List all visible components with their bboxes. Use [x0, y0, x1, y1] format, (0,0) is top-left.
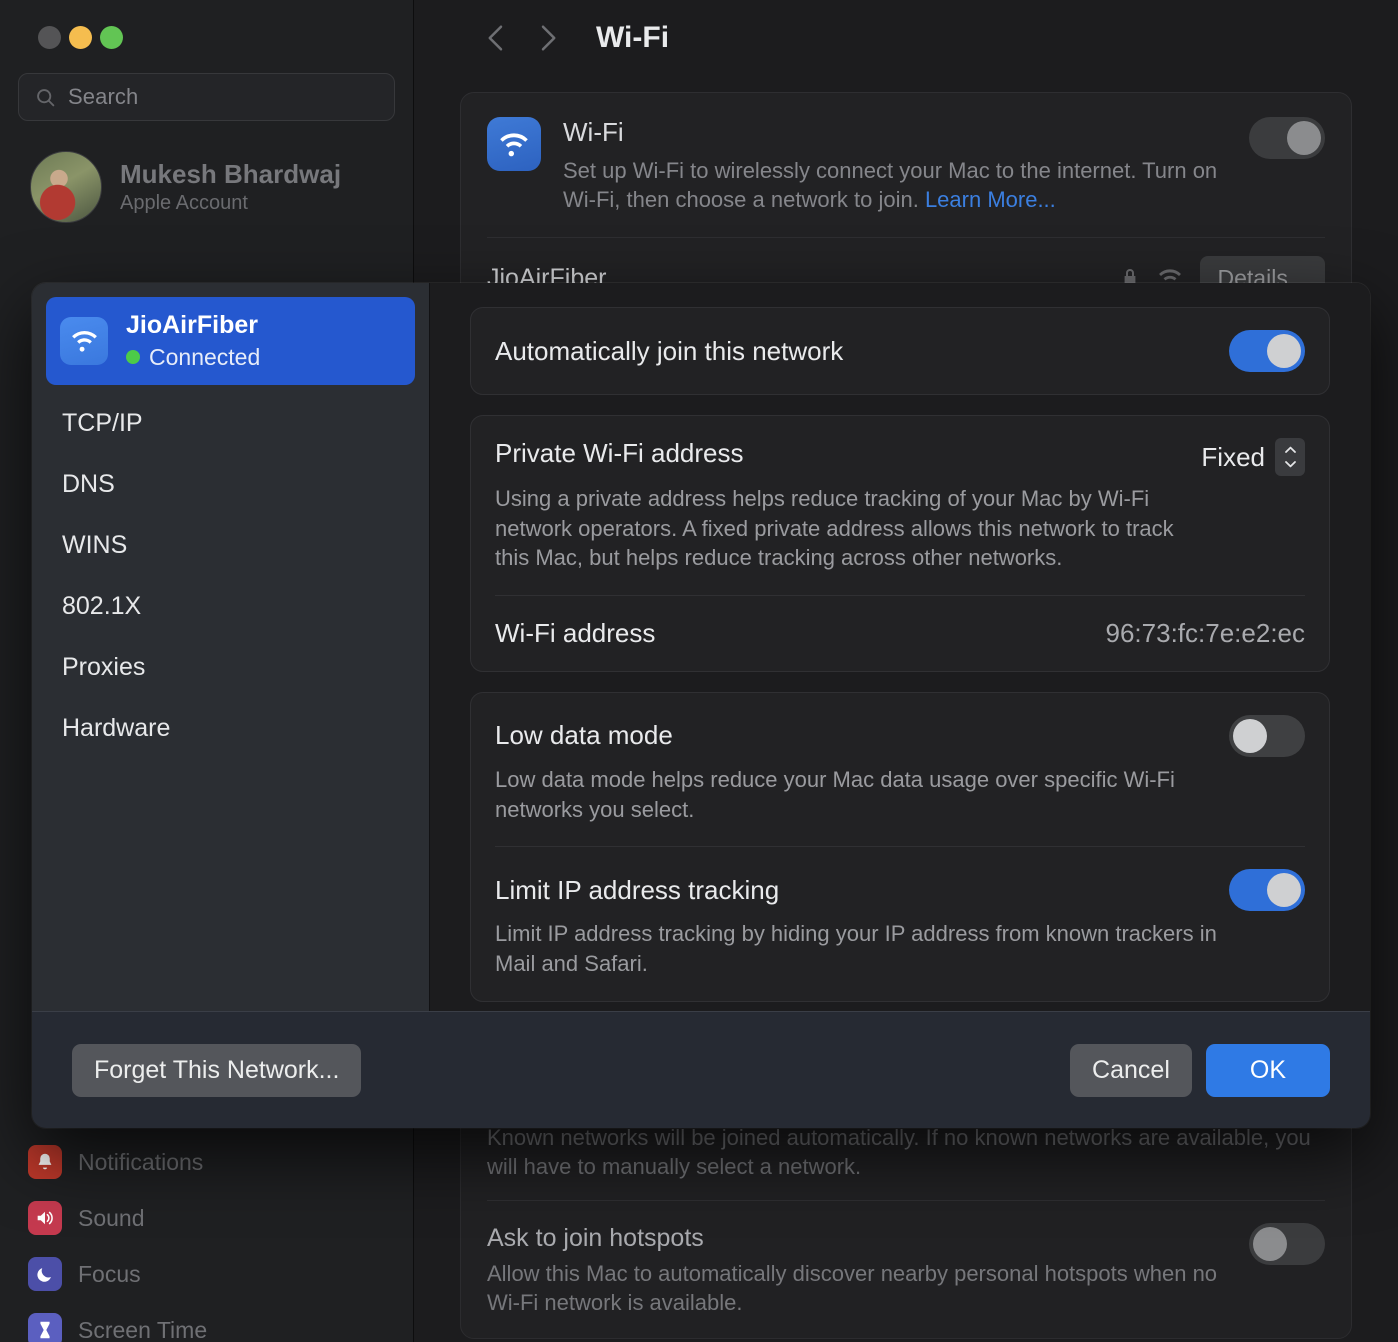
ok-button[interactable]: OK	[1206, 1044, 1330, 1097]
search-input[interactable]: Search	[18, 73, 395, 121]
wifi-toggle[interactable]	[1249, 117, 1325, 159]
sidebar-nav-list: Notifications Sound Focus	[16, 1134, 397, 1342]
limit-ip-tracking-toggle[interactable]	[1229, 869, 1305, 911]
sidebar-item-sound[interactable]: Sound	[16, 1190, 397, 1246]
minimize-button[interactable]	[69, 26, 92, 49]
toolbar: Wi-Fi	[460, 0, 1352, 76]
auto-join-row: Automatically join this network	[471, 308, 1329, 394]
toggle-knob	[1253, 1227, 1287, 1261]
wifi-icon	[60, 317, 108, 365]
apple-account-row[interactable]: Mukesh Bhardwaj Apple Account	[18, 147, 395, 227]
search-placeholder: Search	[68, 84, 138, 110]
known-networks-card: Known networks will be joined automatica…	[460, 1108, 1352, 1339]
wifi-hero-row: Wi-Fi Set up Wi-Fi to wirelessly connect…	[461, 93, 1351, 237]
ask-hotspots-title: Ask to join hotspots	[487, 1223, 1229, 1253]
search-icon	[35, 87, 56, 108]
avatar	[30, 151, 102, 223]
low-data-mode-toggle[interactable]	[1229, 715, 1305, 757]
ask-hotspots-description: Allow this Mac to automatically discover…	[487, 1259, 1229, 1318]
zoom-button[interactable]	[100, 26, 123, 49]
sidebar-item-focus[interactable]: Focus	[16, 1246, 397, 1302]
account-subtitle: Apple Account	[120, 190, 341, 216]
private-wifi-title: Private Wi-Fi address	[495, 438, 1185, 469]
status-dot-icon	[126, 350, 140, 364]
toggle-knob	[1267, 334, 1301, 368]
data-options-card: Low data mode Low data mode helps reduce…	[470, 692, 1330, 1002]
sheet-body: JioAirFiber Connected TCP/IP DNS WINS 80…	[32, 283, 1370, 1011]
window-controls[interactable]	[16, 0, 397, 49]
wifi-address-label: Wi-Fi address	[495, 618, 1106, 649]
private-wifi-value: Fixed	[1201, 442, 1265, 473]
limit-ip-tracking-row: Limit IP address tracking Limit IP addre…	[471, 847, 1329, 1000]
page-title: Wi-Fi	[596, 21, 669, 55]
wifi-title: Wi-Fi	[563, 117, 1227, 148]
toggle-knob	[1287, 121, 1321, 155]
status-badge: Connected	[149, 344, 260, 371]
bell-icon	[28, 1145, 62, 1179]
sheet-nav-label: DNS	[62, 470, 115, 498]
sheet-sidebar-item-wins[interactable]: WINS	[46, 515, 415, 576]
sheet-network-status: Connected	[126, 344, 260, 371]
sheet-nav-label: Hardware	[62, 714, 170, 742]
wifi-address-value: 96:73:fc:7e:e2:ec	[1106, 618, 1305, 649]
close-button[interactable]	[38, 26, 61, 49]
sheet-sidebar-item-8021x[interactable]: 802.1X	[46, 576, 415, 637]
sidebar-item-label: Notifications	[78, 1149, 203, 1176]
cancel-button[interactable]: Cancel	[1070, 1044, 1192, 1097]
private-wifi-popup-button[interactable]: Fixed	[1201, 438, 1305, 476]
ask-to-join-hotspots-row: Ask to join hotspots Allow this Mac to a…	[487, 1201, 1325, 1338]
auto-join-card: Automatically join this network	[470, 307, 1330, 395]
limit-ip-tracking-title: Limit IP address tracking	[495, 875, 1211, 906]
sheet-sidebar-item-proxies[interactable]: Proxies	[46, 637, 415, 698]
lower-settings-block: Known networks will be joined automatica…	[460, 1108, 1352, 1339]
ask-hotspots-toggle[interactable]	[1249, 1223, 1325, 1265]
sheet-sidebar-item-network[interactable]: JioAirFiber Connected	[46, 297, 415, 385]
sheet-footer: Forget This Network... Cancel OK	[32, 1011, 1370, 1128]
low-data-mode-title: Low data mode	[495, 720, 1211, 751]
sheet-nav-label: Proxies	[62, 653, 145, 681]
sheet-sidebar-item-hardware[interactable]: Hardware	[46, 698, 415, 759]
toggle-knob	[1267, 873, 1301, 907]
private-wifi-header: Private Wi-Fi address Fixed	[471, 416, 1329, 476]
forget-network-button[interactable]: Forget This Network...	[72, 1044, 361, 1097]
sidebar-item-label: Screen Time	[78, 1317, 207, 1342]
sheet-sidebar: JioAirFiber Connected TCP/IP DNS WINS 80…	[32, 283, 430, 1011]
chevron-up-down-icon	[1275, 438, 1305, 476]
wifi-address-row: Wi-Fi address 96:73:fc:7e:e2:ec	[471, 596, 1329, 671]
sheet-sidebar-item-dns[interactable]: DNS	[46, 454, 415, 515]
auto-join-label: Automatically join this network	[495, 336, 1211, 367]
sheet-nav-label: TCP/IP	[62, 409, 143, 437]
sheet-content: Automatically join this network Private …	[430, 283, 1370, 1011]
moon-icon	[28, 1257, 62, 1291]
network-details-sheet: JioAirFiber Connected TCP/IP DNS WINS 80…	[32, 283, 1370, 1128]
sheet-nav-list: TCP/IP DNS WINS 802.1X Proxies Hardware	[46, 393, 415, 759]
private-wifi-description: Using a private address helps reduce tra…	[471, 476, 1211, 595]
limit-ip-tracking-description: Limit IP address tracking by hiding your…	[495, 919, 1235, 978]
sheet-sidebar-item-tcpip[interactable]: TCP/IP	[46, 393, 415, 454]
forward-button[interactable]	[526, 16, 570, 60]
sidebar-item-screen-time[interactable]: Screen Time	[16, 1302, 397, 1342]
sheet-nav-label: 802.1X	[62, 592, 141, 620]
wifi-description: Set up Wi-Fi to wirelessly connect your …	[563, 156, 1227, 215]
wifi-icon	[487, 117, 541, 171]
sidebar-item-label: Focus	[78, 1261, 141, 1288]
low-data-mode-description: Low data mode helps reduce your Mac data…	[495, 765, 1235, 824]
private-wifi-card: Private Wi-Fi address Fixed Using a priv…	[470, 415, 1330, 672]
sidebar-item-notifications[interactable]: Notifications	[16, 1134, 397, 1190]
screen: Search Mukesh Bhardwaj Apple Account Not…	[0, 0, 1398, 1342]
auto-join-toggle[interactable]	[1229, 330, 1305, 372]
sheet-network-name: JioAirFiber	[126, 311, 260, 340]
chevron-left-icon	[485, 23, 507, 53]
learn-more-link[interactable]: Learn More...	[925, 187, 1056, 212]
hourglass-icon	[28, 1313, 62, 1342]
toggle-knob	[1233, 719, 1267, 753]
chevron-right-icon	[537, 23, 559, 53]
sidebar-item-label: Sound	[78, 1205, 145, 1232]
sheet-nav-label: WINS	[62, 531, 127, 559]
wifi-description-text: Set up Wi-Fi to wirelessly connect your …	[563, 158, 1217, 212]
account-name: Mukesh Bhardwaj	[120, 158, 341, 191]
back-button[interactable]	[474, 16, 518, 60]
speaker-icon	[28, 1201, 62, 1235]
low-data-mode-row: Low data mode Low data mode helps reduce…	[471, 693, 1329, 846]
